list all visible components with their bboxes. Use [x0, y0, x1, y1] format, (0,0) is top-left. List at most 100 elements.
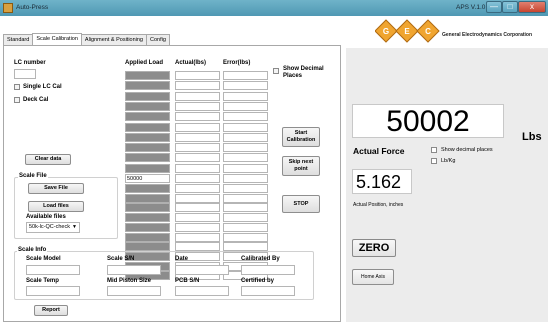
tab-standard[interactable]: Standard	[3, 34, 34, 45]
lb-kg-label: Lb/Kg	[441, 158, 456, 164]
pcb-s-n-input[interactable]	[175, 286, 229, 296]
applied-load-cell[interactable]	[125, 91, 170, 101]
actual-lbs-cell[interactable]	[175, 193, 220, 203]
available-files-value: 50k-lc-QC-check	[29, 224, 70, 230]
scale-temp-input[interactable]	[26, 286, 80, 296]
error-lbs-cell[interactable]	[223, 184, 268, 193]
actual-lbs-cell[interactable]	[175, 174, 220, 183]
applied-load-cell[interactable]	[125, 232, 170, 242]
applied-load-cell[interactable]	[125, 112, 170, 122]
applied-load-cell[interactable]	[125, 242, 170, 252]
calibrated-by-input[interactable]	[241, 265, 295, 275]
applied-load-cell[interactable]	[125, 203, 170, 213]
tab-scale-calibration[interactable]: Scale Calibration	[32, 33, 82, 45]
error-lbs-cell[interactable]	[223, 242, 268, 252]
tab-config[interactable]: Config	[146, 34, 170, 45]
start-calibration-button[interactable]: Start Calibration	[282, 127, 320, 147]
app-icon	[3, 3, 13, 13]
available-files-dropdown[interactable]: 50k-lc-QC-check ▼	[26, 222, 80, 233]
single-lc-cal-checkbox[interactable]	[14, 84, 20, 90]
lc-number-input[interactable]	[14, 69, 36, 79]
tab-strip: Standard Scale Calibration Alignment & P…	[3, 33, 170, 45]
skip-next-point-button[interactable]: Skip next point	[282, 156, 320, 176]
actual-lbs-cell[interactable]	[175, 163, 220, 173]
error-lbs-cell[interactable]	[223, 193, 268, 203]
actual-lbs-cell[interactable]	[175, 232, 220, 242]
error-lbs-cell[interactable]	[223, 203, 268, 213]
deck-cal-checkbox[interactable]	[14, 97, 20, 103]
deck-cal-label: Deck Cal	[23, 97, 49, 103]
error-lbs-cell[interactable]	[223, 213, 268, 223]
error-lbs-cell[interactable]	[223, 71, 268, 80]
report-button[interactable]: Report	[34, 305, 68, 316]
actual-lbs-cell[interactable]	[175, 203, 220, 213]
error-lbs-cell[interactable]	[223, 232, 268, 242]
actual-lbs-cell[interactable]	[175, 71, 220, 80]
load-files-button[interactable]: Load files	[28, 201, 84, 212]
certified-by-input[interactable]	[241, 286, 295, 296]
actual-lbs-cell[interactable]	[175, 184, 220, 193]
applied-load-cell[interactable]	[125, 101, 170, 111]
actual-lbs-cell[interactable]	[175, 122, 220, 132]
lb-kg-checkbox[interactable]	[431, 158, 437, 164]
actual-force-label: Actual Force	[353, 146, 405, 156]
error-lbs-cell[interactable]	[223, 132, 268, 142]
applied-load-cell[interactable]	[125, 143, 170, 153]
date-label: Date	[175, 256, 189, 262]
scale-model-input[interactable]	[26, 265, 80, 275]
calibrated-by-label: Calibrated By	[241, 256, 280, 262]
scale-file-title: Scale File	[18, 173, 48, 179]
actual-lbs-cell[interactable]	[175, 153, 220, 163]
actual-lbs-cell[interactable]	[175, 242, 220, 252]
save-file-button[interactable]: Save File	[28, 183, 84, 194]
actual-lbs-cell[interactable]	[175, 91, 220, 101]
error-lbs-cell[interactable]	[223, 101, 268, 111]
actual-lbs-cell[interactable]	[175, 222, 220, 232]
actual-lbs-cell[interactable]	[175, 112, 220, 122]
show-decimal-places-checkbox[interactable]	[273, 68, 279, 74]
error-lbs-cell[interactable]	[223, 81, 268, 91]
error-lbs-cell[interactable]	[223, 112, 268, 122]
home-axis-button[interactable]: Home Axis	[352, 269, 394, 285]
minimize-button[interactable]: —	[486, 1, 502, 13]
error-lbs-cell[interactable]	[223, 143, 268, 153]
date-input[interactable]	[175, 265, 229, 275]
applied-load-cell[interactable]	[125, 71, 170, 80]
actual-lbs-cell[interactable]	[175, 213, 220, 223]
applied-load-cell[interactable]	[125, 193, 170, 203]
actual-lbs-cell[interactable]	[175, 101, 220, 111]
gec-logo: GEC	[375, 19, 440, 43]
applied-load-cell[interactable]	[125, 184, 170, 193]
stop-button[interactable]: STOP	[282, 195, 320, 213]
applied-load-cell[interactable]	[125, 81, 170, 91]
error-lbs-cell[interactable]	[223, 153, 268, 163]
error-lbs-cell[interactable]	[223, 222, 268, 232]
actual-lbs-cell[interactable]	[175, 132, 220, 142]
single-lc-cal-label: Single LC Cal	[23, 84, 62, 90]
error-lbs-cell[interactable]	[223, 163, 268, 173]
close-button[interactable]: x	[518, 1, 546, 13]
applied-load-cell[interactable]	[125, 213, 170, 223]
readout-panel: 50002 Lbs Actual Force Show decimal plac…	[346, 48, 548, 322]
actual-lbs-cell[interactable]	[175, 81, 220, 91]
zero-button[interactable]: ZERO	[352, 239, 396, 257]
actual-lbs-cell[interactable]	[175, 143, 220, 153]
applied-load-cell[interactable]	[125, 222, 170, 232]
logo-letter: C	[425, 27, 431, 36]
error-lbs-cell[interactable]	[223, 122, 268, 132]
scale-model-label: Scale Model	[26, 256, 61, 262]
show-decimal-places-label: Show Decimal Places	[283, 66, 324, 79]
clear-data-button[interactable]: Clear data	[25, 154, 71, 165]
applied-load-cell[interactable]: 50000	[125, 174, 170, 183]
error-lbs-cell[interactable]	[223, 91, 268, 101]
scale-s-n-input[interactable]	[107, 265, 161, 275]
applied-load-cell[interactable]	[125, 163, 170, 173]
tab-alignment-positioning[interactable]: Alignment & Positioning	[80, 34, 147, 45]
mid-piston-size-input[interactable]	[107, 286, 161, 296]
show-decimal-readout-checkbox[interactable]	[431, 147, 437, 153]
applied-load-cell[interactable]	[125, 122, 170, 132]
applied-load-cell[interactable]	[125, 153, 170, 163]
applied-load-cell[interactable]	[125, 132, 170, 142]
error-lbs-cell[interactable]	[223, 174, 268, 183]
maximize-button[interactable]: □	[502, 1, 518, 13]
